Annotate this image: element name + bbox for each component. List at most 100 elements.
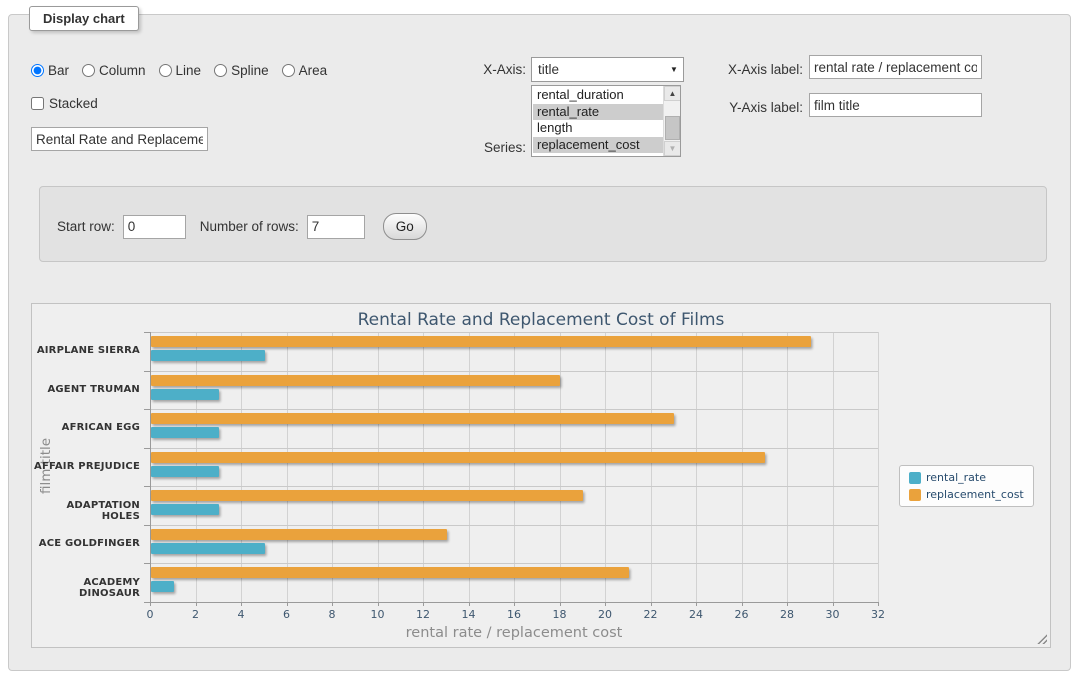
- bar-replacement_cost[interactable]: [151, 452, 765, 463]
- bar-replacement_cost[interactable]: [151, 413, 674, 424]
- x-gridline: [651, 332, 652, 602]
- series-option-replacement_cost[interactable]: replacement_cost: [533, 137, 663, 154]
- num-rows-input[interactable]: [307, 215, 365, 239]
- fieldset-legend: Display chart: [29, 6, 139, 31]
- bar-chart: Rental Rate and Replacement Cost of Film…: [31, 303, 1051, 648]
- x-gridline: [742, 332, 743, 602]
- x-tick-label: 12: [403, 608, 443, 621]
- chart-type-radio-label: Column: [99, 63, 146, 78]
- resize-handle-icon[interactable]: [1036, 633, 1047, 644]
- legend-label: replacement_cost: [926, 488, 1024, 501]
- display-chart-fieldset: Display chart BarColumnLineSplineArea St…: [8, 14, 1071, 671]
- bar-replacement_cost[interactable]: [151, 567, 629, 578]
- x-gridline: [241, 332, 242, 602]
- chart-type-radio-area[interactable]: [282, 64, 295, 77]
- x-axis-label-input[interactable]: [809, 55, 982, 79]
- page: Display chart Bar Column Line Spline Area St…: [0, 0, 1081, 681]
- scroll-up-icon[interactable]: ▲: [664, 86, 681, 101]
- category-label: ADAPTATION HOLES: [32, 500, 140, 522]
- chart-type-option-column[interactable]: Column: [82, 63, 146, 78]
- chart-type-radio-label: Area: [299, 63, 328, 78]
- series-list-scrollbar[interactable]: ▲ ▼: [663, 86, 680, 156]
- stacked-label: Stacked: [49, 96, 98, 111]
- series-option-rental_rate[interactable]: rental_rate: [533, 104, 663, 121]
- chart-type-radio-group: Bar Column Line Spline Area: [31, 63, 327, 78]
- x-tick-label: 0: [130, 608, 170, 621]
- x-axis-select-label: X-Axis:: [431, 62, 526, 77]
- x-axis-tick: [605, 602, 606, 606]
- bar-rental_rate[interactable]: [151, 350, 265, 361]
- x-axis-tick: [696, 602, 697, 606]
- start-row-input[interactable]: [123, 215, 186, 239]
- category-label: ACADEMY DINOSAUR: [32, 577, 140, 599]
- scroll-down-icon[interactable]: ▼: [664, 141, 681, 156]
- x-axis-tick: [469, 602, 470, 606]
- bar-replacement_cost[interactable]: [151, 490, 583, 501]
- legend-item-replacement_cost[interactable]: replacement_cost: [909, 488, 1024, 501]
- category-gridline: [150, 525, 878, 526]
- category-gridline: [150, 486, 878, 487]
- series-multiselect[interactable]: rental_durationrental_ratelengthreplacem…: [531, 85, 681, 157]
- x-gridline: [332, 332, 333, 602]
- x-tick-label: 18: [540, 608, 580, 621]
- x-axis-tick: [514, 602, 515, 606]
- x-tick-label: 10: [358, 608, 398, 621]
- x-tick-label: 26: [722, 608, 762, 621]
- x-tick-label: 2: [176, 608, 216, 621]
- series-option-length[interactable]: length: [533, 120, 663, 137]
- go-button[interactable]: Go: [383, 213, 427, 240]
- x-tick-label: 4: [221, 608, 261, 621]
- chart-type-option-bar[interactable]: Bar: [31, 63, 69, 78]
- y-axis-label-input[interactable]: [809, 93, 982, 117]
- category-gridline: [150, 371, 878, 372]
- x-tick-label: 30: [813, 608, 853, 621]
- category-label: AGENT TRUMAN: [32, 384, 140, 395]
- scrollbar-thumb[interactable]: [665, 116, 680, 140]
- series-option-rental_duration[interactable]: rental_duration: [533, 87, 663, 104]
- bar-rental_rate[interactable]: [151, 389, 219, 400]
- category-gridline: [150, 563, 878, 564]
- x-axis-label-label: X-Axis label:: [701, 62, 803, 77]
- chart-type-option-spline[interactable]: Spline: [214, 63, 269, 78]
- start-row-label: Start row:: [57, 219, 115, 234]
- x-tick-label: 20: [585, 608, 625, 621]
- chart-type-option-line[interactable]: Line: [159, 63, 202, 78]
- bar-replacement_cost[interactable]: [151, 375, 560, 386]
- chart-type-radio-spline[interactable]: [214, 64, 227, 77]
- x-gridline: [605, 332, 606, 602]
- x-tick-label: 22: [631, 608, 671, 621]
- category-gridline: [150, 409, 878, 410]
- x-gridline: [696, 332, 697, 602]
- bar-rental_rate[interactable]: [151, 504, 219, 515]
- x-tick-label: 6: [267, 608, 307, 621]
- x-axis-tick: [378, 602, 379, 606]
- chart-title-input[interactable]: [31, 127, 208, 151]
- x-gridline: [423, 332, 424, 602]
- legend-item-rental_rate[interactable]: rental_rate: [909, 471, 1024, 484]
- stacked-checkbox-row[interactable]: Stacked: [31, 96, 98, 111]
- x-tick-label: 8: [312, 608, 352, 621]
- legend-swatch-icon: [909, 472, 921, 484]
- x-axis-select[interactable]: title ▼: [531, 57, 684, 82]
- category-label: AFFAIR PREJUDICE: [32, 461, 140, 472]
- x-axis-tick: [423, 602, 424, 606]
- bar-replacement_cost[interactable]: [151, 529, 447, 540]
- x-gridline: [878, 332, 879, 602]
- x-gridline: [787, 332, 788, 602]
- bar-rental_rate[interactable]: [151, 543, 265, 554]
- bar-rental_rate[interactable]: [151, 581, 174, 592]
- x-gridline: [378, 332, 379, 602]
- chart-type-option-area[interactable]: Area: [282, 63, 328, 78]
- stacked-checkbox[interactable]: [31, 97, 44, 110]
- x-gridline: [514, 332, 515, 602]
- chart-type-radio-column[interactable]: [82, 64, 95, 77]
- legend-swatch-icon: [909, 489, 921, 501]
- x-axis-tick: [150, 602, 151, 606]
- bar-rental_rate[interactable]: [151, 427, 219, 438]
- x-tick-label: 16: [494, 608, 534, 621]
- chart-type-radio-bar[interactable]: [31, 64, 44, 77]
- chart-legend: rental_rate replacement_cost: [899, 465, 1034, 507]
- bar-replacement_cost[interactable]: [151, 336, 811, 347]
- chart-type-radio-line[interactable]: [159, 64, 172, 77]
- bar-rental_rate[interactable]: [151, 466, 219, 477]
